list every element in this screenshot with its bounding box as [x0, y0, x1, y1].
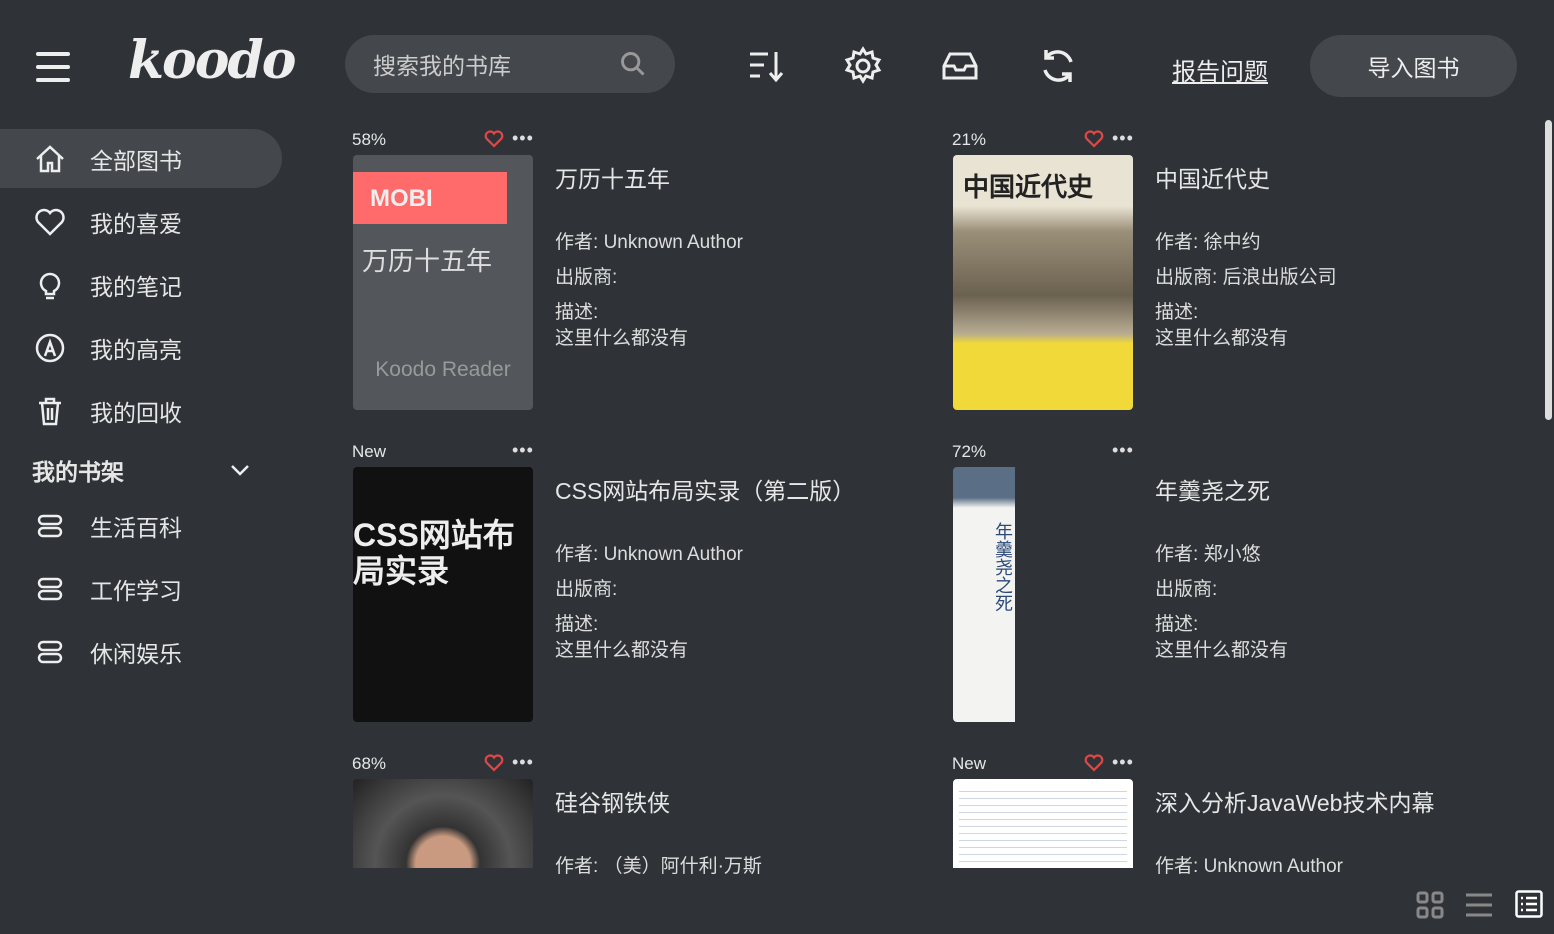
sidebar: 全部图书 我的喜爱 我的笔记 我的高亮 我的回收 我的书架 生活百科 工作学习 休闲…: [0, 129, 282, 685]
book-title: CSS网站布局实录（第二版）: [555, 478, 856, 504]
home-icon: [36, 144, 64, 172]
book-card[interactable]: 58% ••• MOBI 万历十五年 Koodo Reader 万历十五年 作者: …: [352, 128, 932, 428]
book-publisher: 出版商:: [1155, 579, 1218, 600]
book-cover[interactable]: [353, 779, 533, 868]
heart-icon: [35, 208, 65, 236]
book-cover[interactable]: [953, 779, 1133, 868]
book-title: 中国近代史: [1155, 166, 1270, 192]
sidebar-shelf-item[interactable]: 生活百科: [0, 496, 282, 555]
book-card[interactable]: New ••• 深入分析JavaWeb技术内幕 作者: Unknown Auth…: [952, 752, 1532, 877]
grid-view-icon[interactable]: [1416, 891, 1444, 919]
book-description: 描述: 这里什么都没有: [555, 302, 689, 349]
shelf-icon: [37, 577, 63, 600]
scrollbar[interactable]: [1545, 120, 1552, 420]
inbox-icon[interactable]: [940, 46, 980, 86]
cover-brand: Koodo Reader: [375, 358, 511, 381]
book-title: 硅谷钢铁侠: [555, 790, 670, 816]
sync-icon[interactable]: [1038, 46, 1078, 86]
book-cover[interactable]: CSS网站布局实录: [353, 467, 533, 722]
sidebar-item-trash[interactable]: 我的回收: [0, 381, 282, 440]
format-badge: MOBI: [353, 172, 507, 224]
list-view-icon[interactable]: [1465, 891, 1493, 919]
more-icon[interactable]: •••: [1112, 752, 1134, 773]
heart-icon[interactable]: [1084, 754, 1104, 772]
book-publisher: 出版商: 后浪出版公司: [1155, 267, 1337, 288]
reading-progress: 58%: [352, 130, 387, 149]
heart-icon[interactable]: [484, 130, 504, 148]
book-publisher: 出版商:: [555, 579, 618, 600]
cover-image: [953, 779, 1133, 868]
book-card[interactable]: 21% ••• 中国近代史 中国近代史 作者: 徐中约 出版商: 后浪出版公司 …: [952, 128, 1532, 428]
cover-title: 万历十五年: [362, 246, 493, 276]
book-title: 年羹尧之死: [1155, 478, 1270, 504]
more-icon[interactable]: •••: [1112, 128, 1134, 149]
chevron-down-icon[interactable]: [230, 464, 250, 476]
book-card[interactable]: New ••• CSS网站布局实录 CSS网站布局实录（第二版） 作者: Unk…: [352, 440, 932, 740]
search-icon[interactable]: [619, 50, 647, 78]
menu-button[interactable]: [36, 52, 70, 91]
cover-image: [353, 779, 533, 868]
book-title: 万历十五年: [555, 166, 670, 192]
shelf-icon: [37, 640, 63, 663]
report-issue-link[interactable]: 报告问题: [1172, 52, 1268, 87]
heart-icon[interactable]: [1084, 130, 1104, 148]
more-icon[interactable]: •••: [512, 752, 534, 773]
search-input[interactable]: 搜索我的书库: [345, 35, 675, 93]
sidebar-shelf-item[interactable]: 工作学习: [0, 559, 282, 618]
sidebar-item-notes[interactable]: 我的笔记: [0, 255, 282, 314]
more-icon[interactable]: •••: [1112, 440, 1134, 461]
book-author: 作者: （美）阿什利·万斯: [555, 856, 762, 877]
sidebar-item-favorites[interactable]: 我的喜爱: [0, 192, 282, 251]
reading-progress: 68%: [352, 754, 387, 773]
book-author: 作者: Unknown Author: [1155, 856, 1343, 877]
book-description: 描述: 这里什么都没有: [555, 614, 689, 661]
shelf-header[interactable]: 我的书架: [0, 444, 282, 496]
book-author: 作者: 郑小悠: [1155, 544, 1261, 565]
sort-icon[interactable]: [746, 46, 786, 86]
detail-view-icon[interactable]: [1515, 890, 1543, 918]
book-title: 深入分析JavaWeb技术内幕: [1155, 790, 1435, 816]
cover-title: 中国近代史: [953, 155, 1133, 410]
book-cover[interactable]: 年羹尧之死: [953, 467, 1133, 722]
book-list: 58% ••• MOBI 万历十五年 Koodo Reader 万历十五年 作者: …: [340, 120, 1540, 877]
book-card[interactable]: 68% ••• 硅谷钢铁侠 作者: （美）阿什利·万斯: [352, 752, 932, 877]
trash-icon: [39, 397, 61, 425]
book-description: 描述: 这里什么都没有: [1155, 302, 1289, 349]
book-author: 作者: 徐中约: [1155, 232, 1261, 253]
import-books-button[interactable]: 导入图书: [1310, 35, 1517, 97]
book-description: 描述: 这里什么都没有: [1155, 614, 1289, 661]
highlight-icon: [35, 333, 65, 362]
shelf-icon: [37, 514, 63, 537]
reading-progress: 21%: [952, 130, 987, 149]
cover-title: CSS网站布局实录: [353, 467, 533, 722]
more-icon[interactable]: •••: [512, 440, 534, 461]
book-cover[interactable]: MOBI 万历十五年 Koodo Reader: [353, 155, 533, 410]
book-author: 作者: Unknown Author: [555, 232, 743, 253]
reading-progress: New: [352, 442, 387, 461]
book-publisher: 出版商:: [555, 267, 618, 288]
bulb-icon: [39, 272, 61, 299]
reading-progress: New: [952, 754, 987, 773]
reading-progress: 72%: [952, 442, 987, 461]
logo: koodo: [128, 30, 296, 91]
book-author: 作者: Unknown Author: [555, 544, 743, 565]
sidebar-item-highlights[interactable]: 我的高亮: [0, 318, 282, 377]
cover-title: 年羹尧之死: [953, 467, 1015, 722]
book-cover[interactable]: 中国近代史: [953, 155, 1133, 410]
sidebar-item-all-books[interactable]: 全部图书: [0, 129, 282, 188]
sidebar-shelf-item[interactable]: 休闲娱乐: [0, 622, 282, 681]
more-icon[interactable]: •••: [512, 128, 534, 149]
book-card[interactable]: 72% ••• 年羹尧之死 年羹尧之死 作者: 郑小悠 出版商: 描述: 这里什么…: [952, 440, 1532, 740]
heart-icon[interactable]: [484, 754, 504, 772]
gear-icon[interactable]: [843, 46, 883, 86]
